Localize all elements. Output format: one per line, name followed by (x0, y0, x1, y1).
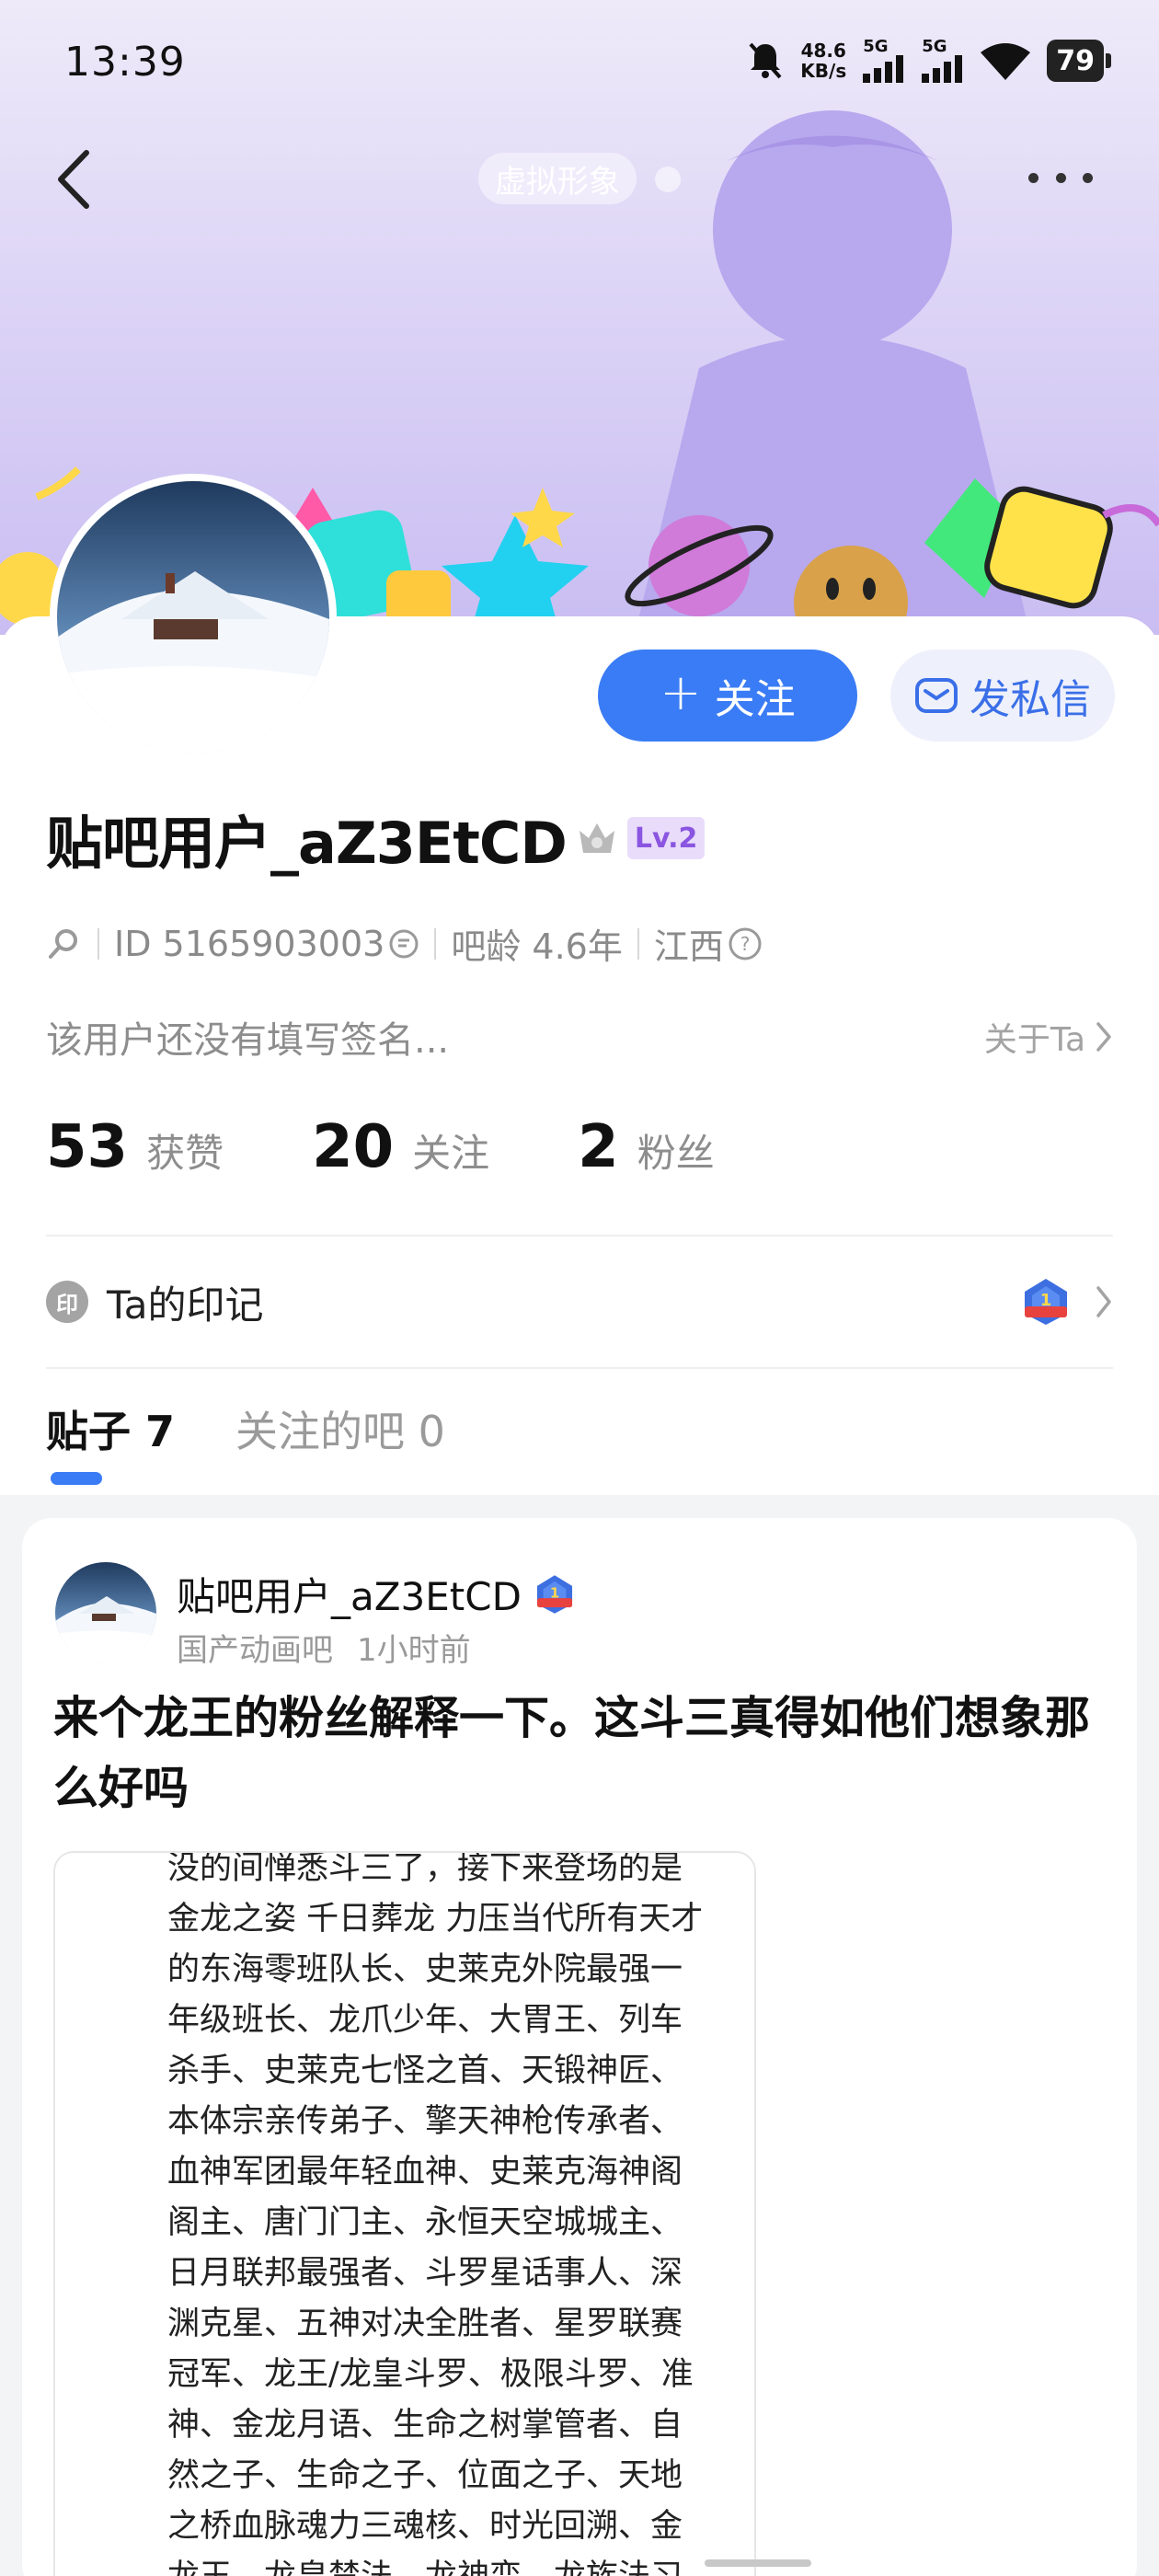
image-text-line: 渊克星、五神对决全胜者、星罗联赛 (167, 2306, 683, 2342)
bio-text: 该用户还没有填写签名... (46, 1019, 450, 1062)
battery-indicator: 79 (1047, 40, 1111, 82)
post-time: 1小时前 (357, 1632, 471, 1669)
image-text-line: 冠军、龙王/龙皇斗罗、极限斗罗、准 (167, 2356, 694, 2393)
post-meta: 国产动画吧 1小时前 (177, 1625, 471, 1670)
signal-sim1: 5G (863, 39, 905, 83)
location[interactable]: 江西 ? (654, 918, 763, 969)
content-tabs: 贴子 7 关注的吧 0 (46, 1398, 445, 1487)
status-bar: 13:39 48.6 KB/s 5G 5G 79 (0, 0, 1159, 110)
copy-icon[interactable] (388, 928, 419, 960)
meta-divider (434, 927, 437, 960)
image-text-line: 龙王、龙皇禁法、龙神变、龙族法习 (167, 2552, 729, 2576)
send-message-button[interactable]: 发私信 (890, 650, 1115, 742)
help-icon[interactable]: ? (728, 926, 763, 961)
status-time: 13:39 (64, 39, 186, 86)
bio-row: 该用户还没有填写签名... 关于Ta (46, 1010, 1113, 1064)
follow-button-label: 关注 (714, 676, 796, 723)
seal-icon: 印 (46, 1281, 88, 1323)
forum-age: 吧龄 4.6年 (451, 926, 623, 967)
post-author-avatar[interactable] (55, 1562, 156, 1663)
divider (46, 1367, 1113, 1369)
mail-icon (915, 678, 958, 713)
more-icon[interactable] (1028, 155, 1093, 201)
back-arrow-icon[interactable] (52, 147, 98, 212)
post-author-name[interactable]: 贴吧用户_aZ3EtCD (177, 1566, 522, 1622)
stat-following[interactable]: 20 关注 (312, 1113, 489, 1181)
username: 贴吧用户_aZ3EtCD (46, 810, 568, 877)
tab-followed-forums[interactable]: 关注的吧 0 (235, 1398, 445, 1487)
svg-text:1: 1 (550, 1584, 559, 1601)
image-text-line: 之桥血脉魂力三魂核、时光回溯、金 (167, 2508, 683, 2545)
meta-divider (637, 927, 639, 960)
wifi-icon (981, 43, 1031, 80)
image-text-line: 血神军团最年轻血神、史莱克海神阁 (167, 2154, 683, 2191)
network-speed: 48.6 KB/s (800, 40, 847, 82)
stats-row: 53 获赞 20 关注 2 粉丝 (46, 1113, 803, 1181)
post-card[interactable]: 贴吧用户_aZ3EtCD 1 国产动画吧 1小时前 来个龙王的粉丝解释一下。这斗… (22, 1518, 1137, 2576)
seal-row[interactable]: 印 Ta的印记 1 (46, 1273, 1113, 1330)
avatar-image (57, 481, 329, 753)
image-text-line: 阁主、唐门门主、永恒天空城城主、 (167, 2204, 683, 2241)
post-forum[interactable]: 国产动画吧 (177, 1625, 333, 1670)
bell-muted-icon (749, 42, 782, 79)
stat-fans[interactable]: 2 粉丝 (578, 1113, 715, 1181)
svg-text:1: 1 (1040, 1291, 1052, 1310)
image-text-line: 没的间惮悉斗三了，接下来登场的是 (167, 1851, 683, 1887)
search-icon[interactable] (46, 926, 83, 962)
level-badge[interactable]: Lv.2 (626, 817, 706, 859)
image-text-line: 年级班长、龙爪少年、大胃王、列车 (167, 2002, 683, 2039)
follow-button[interactable]: + 关注 (598, 650, 857, 742)
image-text-line: 日月联邦最强者、斗罗星话事人、深 (167, 2255, 683, 2292)
post-image-text: 没的间惮悉斗三了，接下来登场的是 金龙之姿 千日葬龙 力压当代所有天才 的东海零班队… (167, 1851, 729, 2576)
status-icons: 48.6 KB/s 5G 5G 79 (747, 37, 1111, 85)
seal-title: Ta的印记 (107, 1282, 264, 1328)
image-text-line: 神、金龙月语、生命之树掌管者、自 (167, 2407, 683, 2444)
crown-icon (579, 823, 614, 853)
post-author-row: 贴吧用户_aZ3EtCD 1 (177, 1566, 577, 1622)
profile-meta: ID 5165903003 吧龄 4.6年 江西 ? (46, 918, 763, 969)
username-row: 贴吧用户_aZ3EtCD Lv.2 (46, 797, 706, 880)
avatar[interactable] (50, 474, 337, 761)
scroll-indicator (705, 2559, 811, 2567)
image-text-line: 金龙之姿 千日葬龙 力压当代所有天才 (167, 1901, 704, 1938)
send-message-label: 发私信 (970, 676, 1091, 723)
post-title[interactable]: 来个龙王的粉丝解释一下。这斗三真得如他们想象那么好吗 (53, 1684, 1120, 1823)
badge-icon: 1 (536, 1574, 572, 1614)
plus-icon: + (660, 663, 702, 721)
chevron-right-icon (1096, 1022, 1111, 1052)
chevron-right-icon (1096, 1286, 1111, 1317)
signal-bars-icon (922, 55, 963, 83)
chip-indicator-dot (655, 167, 681, 192)
post-image[interactable]: 没的间惮悉斗三了，接下来登场的是 金龙之姿 千日葬龙 力压当代所有天才 的东海零班队… (53, 1851, 756, 2576)
active-tab-indicator (51, 1472, 102, 1485)
svg-text:?: ? (740, 933, 751, 955)
user-id[interactable]: ID 5165903003 (114, 924, 419, 964)
signal-sim2: 5G (922, 39, 964, 83)
stat-likes[interactable]: 53 获赞 (46, 1113, 224, 1181)
signal-bars-icon (863, 55, 904, 83)
divider (46, 1235, 1113, 1236)
image-text-line: 本体宗亲传弟子、擎天神枪传承者、 (167, 2103, 683, 2140)
image-text-line: 杀手、史莱克七怪之首、天锻神匠、 (167, 2053, 683, 2089)
virtual-avatar-chip[interactable]: 虚拟形象 (478, 153, 637, 204)
avatar-image (55, 1562, 156, 1663)
badge-icon: 1 (1025, 1279, 1067, 1325)
image-text-line: 的东海零班队长、史莱克外院最强一 (167, 1951, 683, 1988)
meta-divider (98, 927, 99, 960)
image-text-line: 然之子、生命之子、位面之子、天地 (167, 2457, 683, 2494)
about-ta-link[interactable]: 关于Ta (984, 1013, 1113, 1061)
